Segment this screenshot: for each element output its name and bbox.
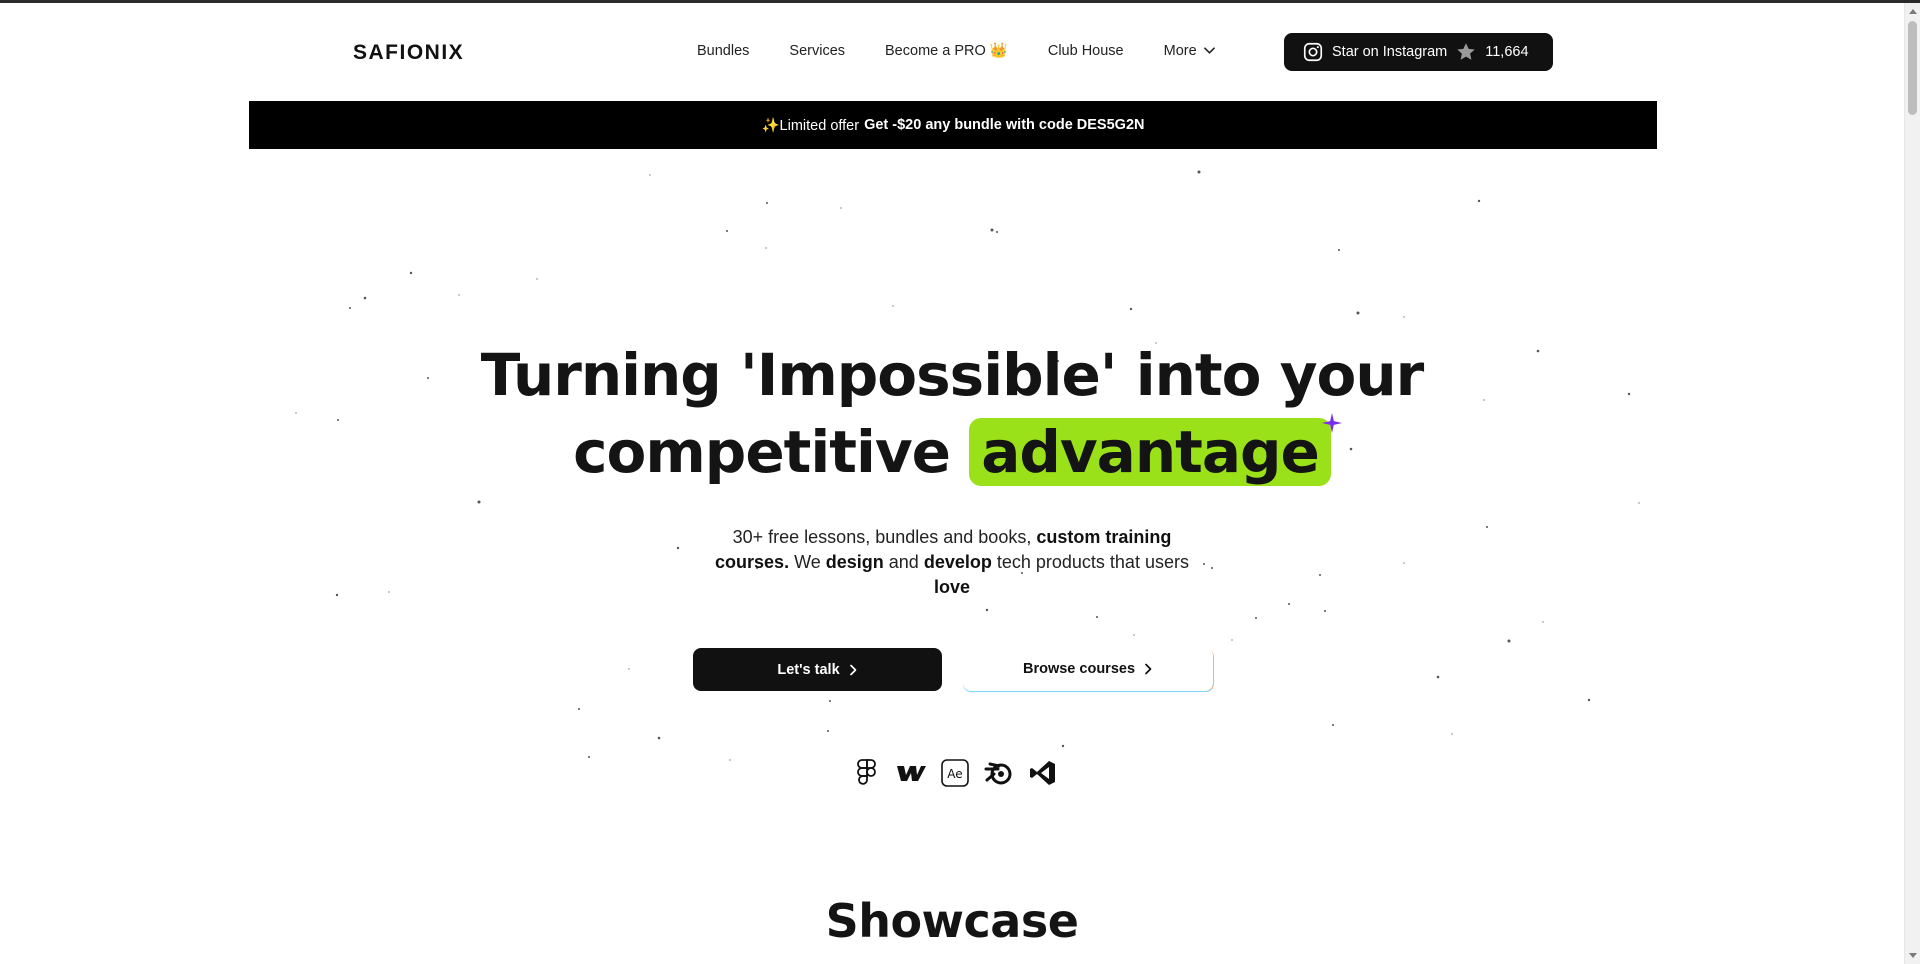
hero-highlight-text: advantage: [981, 418, 1320, 486]
blender-icon: [984, 758, 1014, 788]
star-on-instagram-button[interactable]: Star on Instagram 11,664: [1284, 33, 1553, 85]
nav-item-become-pro[interactable]: Become a PRO 👑: [885, 42, 1008, 59]
scroll-down-arrow-icon[interactable]: [1909, 953, 1917, 958]
button-glow: [733, 691, 902, 709]
page-scrollbar[interactable]: [1904, 3, 1920, 964]
instagram-icon: [1303, 42, 1323, 62]
site-header: SAFIONIX Bundles Services Become a PRO 👑…: [0, 3, 1904, 101]
subtitle-bold: design: [825, 552, 884, 572]
chevron-right-icon: [1145, 663, 1152, 675]
page: SAFIONIX Bundles Services Become a PRO 👑…: [0, 3, 1904, 964]
sparkle-icon: [1321, 412, 1342, 434]
svg-text:Ae: Ae: [947, 767, 962, 781]
browse-courses-button[interactable]: Browse courses: [963, 648, 1213, 708]
nav-item-club-house[interactable]: Club House: [1048, 43, 1124, 59]
subtitle-text: tech products that users: [991, 552, 1189, 572]
browse-courses-label: Browse courses: [1022, 661, 1136, 677]
subtitle-bold: develop: [923, 552, 992, 572]
hero-subtitle: 30+ free lessons, bundles and books, cus…: [700, 525, 1204, 600]
webflow-icon: [896, 758, 926, 788]
instagram-button-label: Star on Instagram: [1332, 44, 1448, 60]
main-nav: Bundles Services Become a PRO 👑 Club Hou…: [697, 42, 1216, 59]
subtitle-bold: love: [933, 577, 971, 597]
figma-icon: [852, 758, 882, 788]
subtitle-text: and: [883, 552, 924, 572]
showcase-heading: Showcase: [825, 894, 1079, 948]
nav-item-bundles[interactable]: Bundles: [697, 43, 749, 59]
promo-prefix: ✨Limited offer: [761, 117, 860, 134]
site-logo[interactable]: SAFIONIX: [353, 41, 464, 65]
nav-item-more[interactable]: More: [1164, 43, 1216, 59]
star-icon: [1457, 43, 1475, 60]
tools-row: Ae: [852, 758, 1058, 788]
hero-title-word: competitive: [573, 418, 951, 486]
chevron-down-icon: [1203, 47, 1215, 54]
promo-banner[interactable]: ✨Limited offer Get -$20 any bundle with …: [249, 101, 1657, 149]
hero-title-line1: Turning 'Impossible' into your: [480, 341, 1425, 409]
hero-highlight: advantage: [969, 412, 1342, 486]
subtitle-text: 30+ free lessons, bundles and books,: [732, 527, 1037, 547]
instagram-star-count: 11,664: [1485, 44, 1529, 60]
promo-offer: Get -$20 any bundle with code DES5G2N: [864, 117, 1145, 133]
lets-talk-button[interactable]: Let's talk: [693, 648, 942, 709]
lets-talk-label: Let's talk: [777, 661, 840, 678]
button-glow: [1334, 69, 1503, 85]
subtitle-text: We: [789, 552, 826, 572]
scroll-up-arrow-icon[interactable]: [1909, 9, 1917, 14]
chevron-right-icon: [849, 664, 856, 675]
after-effects-icon: Ae: [940, 758, 970, 788]
nav-item-services[interactable]: Services: [789, 43, 845, 59]
scroll-thumb[interactable]: [1908, 21, 1917, 115]
button-glow: [1003, 690, 1173, 708]
vscode-icon: [1028, 758, 1058, 788]
hero-title-line2: competitive advantage: [0, 412, 1904, 486]
nav-item-more-label: More: [1163, 42, 1197, 59]
